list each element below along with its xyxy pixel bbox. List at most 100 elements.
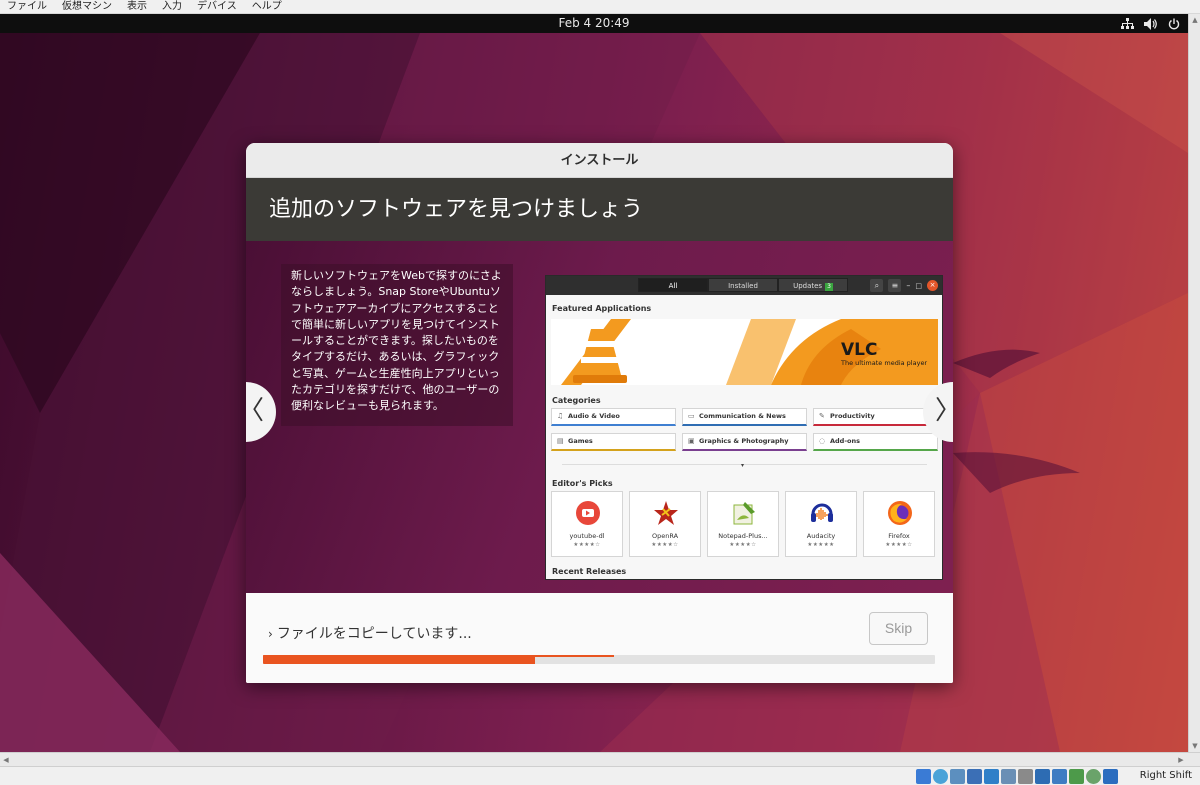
sc-category-label: Graphics & Photography — [699, 437, 789, 445]
sc-maximize-icon: □ — [915, 281, 922, 290]
sc-category-label: Games — [568, 437, 593, 445]
sc-pick-card: OpenRA ★★★★☆ — [629, 491, 701, 557]
sc-tab-updates: Updates 3 — [778, 278, 848, 292]
optical-drive-icon[interactable] — [933, 769, 948, 784]
shared-folder-icon[interactable] — [1001, 769, 1016, 784]
scroll-up-icon[interactable]: ▲ — [1189, 14, 1200, 26]
pencil-icon: ✎ — [819, 412, 825, 420]
addon-icon: ◌ — [819, 437, 826, 445]
sc-pick-stars: ★★★★☆ — [729, 542, 757, 548]
sc-tab-updates-label: Updates — [793, 282, 823, 290]
sc-more-chevron-icon: ▾ — [741, 462, 745, 469]
menu-input[interactable]: 入力 — [155, 0, 190, 13]
audio-icon[interactable] — [950, 769, 965, 784]
openra-icon — [654, 501, 678, 525]
horizontal-scrollbar[interactable]: ◀ ▶ — [0, 752, 1200, 766]
games-icon: ▤ — [557, 437, 564, 445]
clock[interactable]: Feb 4 20:49 — [0, 16, 1188, 30]
sc-pick-name: Firefox — [888, 532, 910, 540]
power-icon — [1168, 18, 1180, 30]
sc-vlc-title: VLC — [841, 340, 878, 360]
scroll-down-icon[interactable]: ▼ — [1189, 740, 1200, 752]
sc-category: ▤ Games — [551, 433, 676, 451]
firefox-icon — [888, 501, 912, 525]
menu-view[interactable]: 表示 — [120, 0, 155, 13]
sc-minimize-icon: – — [906, 281, 911, 290]
sc-category-label: Communication & News — [699, 412, 786, 420]
sc-menu-icon: ≡ — [888, 279, 902, 292]
music-icon: ♫ — [557, 412, 564, 420]
skip-button[interactable]: Skip — [869, 612, 928, 645]
vm-menubar: ファイル 仮想マシン 表示 入力 デバイス ヘルプ — [0, 0, 1200, 14]
sc-category: ♫ Audio & Video — [551, 408, 676, 426]
recording-icon[interactable] — [1035, 769, 1050, 784]
sc-pick-name: youtube-dl — [569, 532, 605, 540]
sc-featured-title: Featured Applications — [552, 304, 652, 313]
sc-pick-card: youtube-dl ★★★★☆ — [551, 491, 623, 557]
sc-category-label: Audio & Video — [568, 412, 620, 420]
installer-progress-area: › ファイルをコピーしています... Skip — [246, 593, 953, 683]
vertical-scrollbar[interactable]: ▲ ▼ — [1188, 14, 1200, 752]
sc-editors-picks-title: Editor's Picks — [552, 479, 613, 488]
gnome-topbar: Feb 4 20:49 — [0, 14, 1188, 33]
vt-x-icon[interactable] — [1069, 769, 1084, 784]
sc-category: ▭ Communication & News — [682, 408, 807, 426]
installer-window: インストール 追加のソフトウェアを見つけましょう 新しいソフトウェアをWebで探… — [246, 143, 953, 683]
slide-heading: 追加のソフトウェアを見つけましょう — [246, 178, 953, 241]
sc-category-label: Add-ons — [830, 437, 860, 445]
scroll-left-icon[interactable]: ◀ — [0, 753, 12, 767]
menu-help[interactable]: ヘルプ — [245, 0, 290, 13]
slide-description: 新しいソフトウェアをWebで探すのにさよならしましょう。Snap StoreやU… — [281, 264, 513, 426]
sc-tab-all: All — [638, 278, 708, 292]
menu-file[interactable]: ファイル — [0, 0, 55, 13]
slide-prev-button[interactable]: 〈 — [246, 382, 276, 442]
sc-updates-badge: 3 — [825, 283, 833, 291]
sc-pick-name: Audacity — [806, 532, 836, 540]
sc-search-icon: ⌕ — [870, 279, 884, 292]
network-icon — [1121, 18, 1134, 29]
sc-vlc-subtitle: The ultimate media player — [841, 359, 928, 367]
slideshow: 新しいソフトウェアをWebで探すのにさよならしましょう。Snap StoreやU… — [246, 241, 953, 593]
sc-featured-banner: VLC The ultimate media player — [551, 319, 938, 385]
sc-pick-card: Firefox ★★★★☆ — [863, 491, 935, 557]
install-progress-bar — [263, 655, 935, 664]
sc-category: ◌ Add-ons — [813, 433, 938, 451]
copy-status[interactable]: › ファイルをコピーしています... — [268, 623, 472, 643]
sc-categories-title: Categories — [552, 396, 601, 405]
mouse-integration-icon[interactable] — [1103, 769, 1118, 784]
news-icon: ▭ — [688, 412, 695, 420]
sc-category: ✎ Productivity — [813, 408, 938, 426]
hdd-icon[interactable] — [916, 769, 931, 784]
window-title: インストール — [246, 143, 953, 178]
menu-machine[interactable]: 仮想マシン — [55, 0, 120, 13]
sc-pick-card: Audacity ★★★★★ — [785, 491, 857, 557]
volume-icon — [1144, 18, 1157, 30]
progress-fill-secondary — [263, 655, 615, 657]
sc-divider — [562, 464, 927, 465]
sc-recent-releases-title: Recent Releases — [552, 567, 627, 576]
sc-tab-installed: Installed — [708, 278, 778, 292]
sc-headerbar: All Installed Updates 3 ⌕ ≡ – □ × — [546, 276, 942, 295]
menu-devices[interactable]: デバイス — [190, 0, 245, 13]
guest-additions-icon[interactable] — [1086, 769, 1101, 784]
audacity-icon — [811, 503, 833, 522]
display-icon[interactable] — [1018, 769, 1033, 784]
software-center-screenshot: All Installed Updates 3 ⌕ ≡ – □ × Feature… — [545, 275, 943, 580]
sc-pick-stars: ★★★★★ — [807, 542, 835, 548]
sc-pick-name: Notepad-Plus... — [718, 532, 768, 540]
image-icon: ▣ — [688, 437, 695, 445]
expand-chevron-icon: › — [268, 627, 273, 641]
network-adapter-icon[interactable] — [967, 769, 982, 784]
system-tray[interactable] — [1121, 15, 1180, 33]
sc-close-icon: × — [927, 280, 938, 291]
scroll-right-icon[interactable]: ▶ — [1175, 753, 1187, 767]
sc-pick-stars: ★★★★☆ — [651, 542, 679, 548]
usb-icon[interactable] — [984, 769, 999, 784]
sc-pick-stars: ★★★★☆ — [885, 542, 913, 548]
sc-category: ▣ Graphics & Photography — [682, 433, 807, 451]
youtube-dl-icon — [576, 501, 600, 525]
sc-category-label: Productivity — [830, 412, 875, 420]
sc-pick-name: OpenRA — [651, 532, 679, 540]
sc-pick-stars: ★★★★☆ — [573, 542, 601, 548]
cpu-icon[interactable] — [1052, 769, 1067, 784]
